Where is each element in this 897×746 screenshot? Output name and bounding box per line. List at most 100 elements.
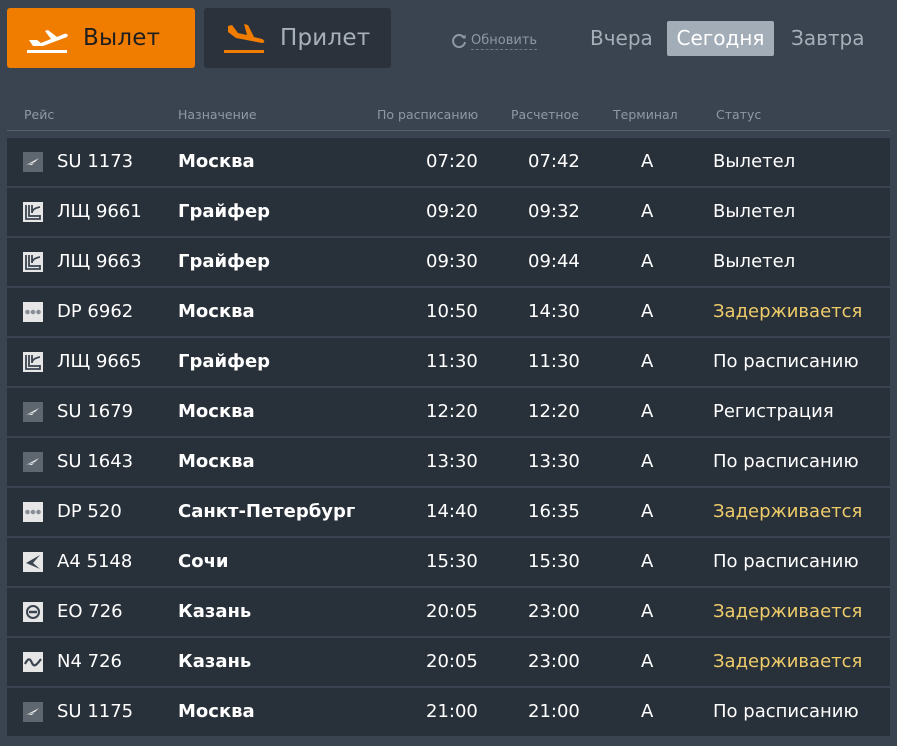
table-row[interactable]: SU 1679 Москва 12:20 12:20 A Регистрация [7, 388, 890, 436]
terminal: A [641, 351, 654, 372]
column-status: Статус [716, 107, 762, 122]
status-badge: Задерживается [713, 501, 863, 522]
aeroflot-logo-icon [23, 402, 43, 422]
estimated-time: 15:30 [528, 551, 580, 572]
rotor-logo-icon [23, 602, 43, 622]
flight-number: N4 726 [57, 651, 122, 672]
scheduled-time: 09:20 [426, 201, 478, 222]
refresh-icon [452, 34, 466, 49]
estimated-time: 12:20 [528, 401, 580, 422]
flight-number: SU 1643 [57, 451, 134, 472]
terminal: A [641, 251, 654, 272]
estimated-time: 23:00 [528, 601, 580, 622]
scheduled-time: 12:20 [426, 401, 478, 422]
scheduled-time: 14:40 [426, 501, 478, 522]
scheduled-time: 07:20 [426, 151, 478, 172]
day-today[interactable]: Сегодня [667, 21, 774, 56]
table-row[interactable]: DP 520 Санкт-Петербург 14:40 16:35 A Задержив… [7, 488, 890, 536]
column-destination: Назначение [178, 107, 257, 122]
arrival-tab[interactable]: Прилет [204, 8, 391, 68]
table-row[interactable]: ЛЩ 9665 Грайфер 11:30 11:30 A По расписанию [7, 338, 890, 386]
status-badge: Вылетел [713, 201, 796, 222]
top-bar: Вылет Прилет Обновить Вчера Сегодня Завт… [0, 0, 897, 80]
estimated-time: 16:35 [528, 501, 580, 522]
scheduled-time: 09:30 [426, 251, 478, 272]
table-row[interactable]: EO 726 Казань 20:05 23:00 A Задерживается [7, 588, 890, 636]
status-badge: По расписанию [713, 701, 859, 722]
terminal: A [641, 151, 654, 172]
scheduled-time: 10:50 [426, 301, 478, 322]
status-badge: Задерживается [713, 301, 863, 322]
column-terminal: Терминал [613, 107, 678, 122]
status-badge: По расписанию [713, 351, 859, 372]
alrosa-logo-icon [23, 552, 43, 572]
table-row[interactable]: DP 6962 Москва 10:50 14:30 A Задерживается [7, 288, 890, 336]
column-estimated: Расчетное [511, 107, 579, 122]
destination: Москва [178, 701, 255, 722]
table-row[interactable]: SU 1643 Москва 13:30 13:30 A По расписанию [7, 438, 890, 486]
flight-number: DP 6962 [57, 301, 134, 322]
plane-landing-icon [224, 24, 265, 53]
estimated-time: 09:44 [528, 251, 580, 272]
departure-tab-label: Вылет [83, 25, 161, 51]
destination: Грайфер [178, 251, 271, 272]
refresh-label: Обновить [471, 32, 538, 50]
column-flight: Рейс [24, 107, 55, 122]
destination: Сочи [178, 551, 229, 572]
aeroflot-logo-icon [23, 702, 43, 722]
destination: Санкт-Петербург [178, 501, 356, 522]
flight-number: SU 1173 [57, 151, 134, 172]
estimated-time: 21:00 [528, 701, 580, 722]
status-badge: По расписанию [713, 551, 859, 572]
day-yesterday[interactable]: Вчера [580, 21, 663, 56]
terminal: A [641, 401, 654, 422]
status-badge: Задерживается [713, 601, 863, 622]
terminal: A [641, 201, 654, 222]
estimated-time: 13:30 [528, 451, 580, 472]
column-scheduled: По расписанию [377, 107, 479, 122]
plane-takeoff-icon [27, 30, 68, 53]
flight-number: ЛЩ 9663 [57, 251, 142, 272]
estimated-time: 14:30 [528, 301, 580, 322]
scheduled-time: 21:00 [426, 701, 478, 722]
lukoil-logo-icon [23, 252, 43, 272]
terminal: A [641, 651, 654, 672]
table-row[interactable]: A4 5148 Сочи 15:30 15:30 A По расписанию [7, 538, 890, 586]
wave-logo-icon [23, 652, 43, 672]
terminal: A [641, 601, 654, 622]
status-badge: Вылетел [713, 151, 796, 172]
table-row[interactable]: ЛЩ 9661 Грайфер 09:20 09:32 A Вылетел [7, 188, 890, 236]
estimated-time: 23:00 [528, 651, 580, 672]
destination: Москва [178, 151, 255, 172]
flight-number: DP 520 [57, 501, 122, 522]
destination: Грайфер [178, 351, 271, 372]
flights-table: SU 1173 Москва 07:20 07:42 A Вылетел ЛЩ 9661 Гр… [7, 138, 890, 738]
status-badge: Регистрация [713, 401, 834, 422]
destination: Москва [178, 401, 255, 422]
terminal: A [641, 551, 654, 572]
terminal: A [641, 701, 654, 722]
departure-tab[interactable]: Вылет [7, 8, 195, 68]
estimated-time: 09:32 [528, 201, 580, 222]
flight-number: ЛЩ 9661 [57, 201, 142, 222]
table-row[interactable]: SU 1173 Москва 07:20 07:42 A Вылетел [7, 138, 890, 186]
day-tomorrow[interactable]: Завтра [781, 21, 874, 56]
destination: Казань [178, 601, 252, 622]
table-row[interactable]: ЛЩ 9663 Грайфер 09:30 09:44 A Вылетел [7, 238, 890, 286]
arrival-tab-label: Прилет [280, 25, 371, 51]
lukoil-logo-icon [23, 352, 43, 372]
scheduled-time: 20:05 [426, 651, 478, 672]
flight-number: ЛЩ 9665 [57, 351, 142, 372]
table-row[interactable]: N4 726 Казань 20:05 23:00 A Задерживается [7, 638, 890, 686]
pobeda-logo-icon [23, 502, 43, 522]
flight-number: EO 726 [57, 601, 123, 622]
status-badge: По расписанию [713, 451, 859, 472]
table-row[interactable]: SU 1175 Москва 21:00 21:00 A По расписанию [7, 688, 890, 736]
estimated-time: 07:42 [528, 151, 580, 172]
terminal: A [641, 301, 654, 322]
status-badge: Задерживается [713, 651, 863, 672]
scheduled-time: 20:05 [426, 601, 478, 622]
refresh-button[interactable]: Обновить [450, 30, 538, 52]
scheduled-time: 13:30 [426, 451, 478, 472]
flight-number: SU 1679 [57, 401, 134, 422]
